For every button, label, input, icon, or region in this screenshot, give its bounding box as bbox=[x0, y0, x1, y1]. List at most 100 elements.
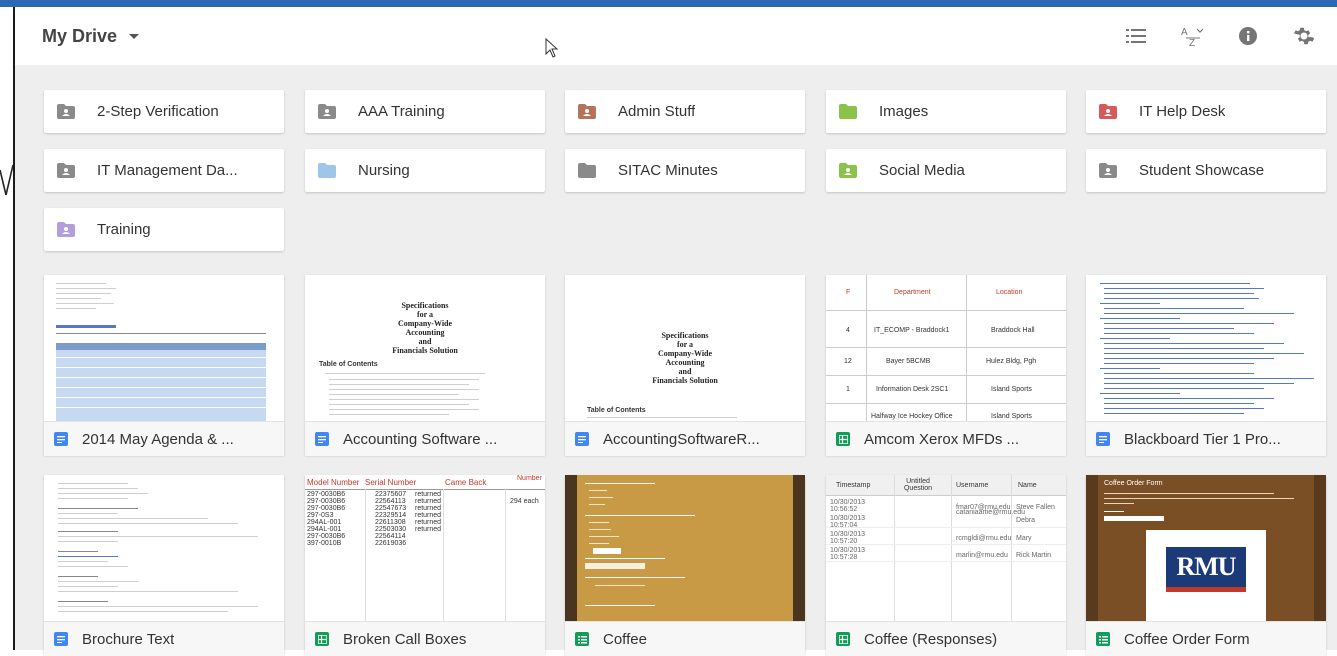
docs-icon bbox=[54, 432, 68, 446]
file-caption: Coffee bbox=[565, 621, 805, 656]
sheet-cell: Halfway Ice Hockey Office bbox=[871, 413, 953, 420]
file-thumbnail: Specifications for a Company-Wide Accoun… bbox=[565, 275, 805, 421]
shared-folder-icon bbox=[839, 163, 857, 178]
file-card[interactable]: Specifications for a Company-Wide Accoun… bbox=[305, 275, 545, 456]
info-icon[interactable] bbox=[1235, 23, 1261, 49]
folder-item[interactable]: SITAC Minutes bbox=[565, 149, 805, 192]
doc-heading: Specifications for a Company-Wide Accoun… bbox=[652, 331, 718, 385]
folder-item[interactable]: IT Help Desk bbox=[1086, 90, 1326, 133]
file-caption: Coffee Order Form bbox=[1086, 621, 1326, 656]
shared-folder-icon bbox=[57, 163, 75, 178]
sheet-cell: 22619036 bbox=[375, 540, 407, 547]
sheet-cell: 22503030 bbox=[375, 526, 407, 533]
file-card[interactable]: Coffee Order Form RMU Coffee Order Form bbox=[1086, 475, 1326, 656]
file-card[interactable]: Model Number Serial Number Came Back Num… bbox=[305, 475, 545, 656]
sheet-cell: 297-0S3 bbox=[307, 512, 334, 519]
file-name: AccountingSoftwareR... bbox=[603, 430, 760, 448]
sheet-cell: 397-0010B bbox=[307, 540, 342, 547]
sheet-header: Came Back bbox=[445, 478, 487, 487]
folder-name: Images bbox=[879, 103, 929, 120]
folder-icon bbox=[578, 163, 596, 178]
sheet-cell: 10/30/2013 10:57:28 bbox=[830, 547, 866, 561]
my-drive-menu[interactable]: My Drive bbox=[42, 26, 140, 47]
file-name: Coffee (Responses) bbox=[864, 630, 998, 648]
docs-icon bbox=[54, 632, 68, 646]
drive-content: 2-Step Verification AAA Training Admin S… bbox=[15, 65, 1337, 656]
file-card[interactable]: Coffee bbox=[565, 475, 805, 656]
sheet-header: Model Number bbox=[307, 478, 360, 487]
folder-item[interactable]: Images bbox=[826, 90, 1066, 133]
file-name: Broken Call Boxes bbox=[343, 630, 467, 648]
sheet-cell: marlin@rmu.edu bbox=[956, 552, 1008, 559]
sheet-header: Department bbox=[894, 289, 931, 296]
file-card[interactable]: F Department Location 4 IT_ECOMP - Bradd… bbox=[826, 275, 1066, 456]
shared-folder-icon bbox=[57, 222, 75, 237]
folder-item[interactable]: AAA Training bbox=[305, 90, 545, 133]
header-toolbar: AZ bbox=[1123, 23, 1317, 49]
sheet-cell: returned bbox=[415, 519, 442, 526]
folder-name: AAA Training bbox=[358, 103, 445, 120]
folder-item[interactable]: Training bbox=[44, 208, 284, 251]
svg-text:Z: Z bbox=[1189, 38, 1195, 47]
file-thumbnail bbox=[565, 475, 805, 621]
sheet-cell: returned bbox=[415, 512, 442, 519]
sheet-cell: IT_ECOMP - Braddock1 bbox=[874, 327, 950, 334]
sheet-cell: Island Sports bbox=[991, 386, 1032, 393]
file-caption: 2014 May Agenda & ... bbox=[44, 421, 284, 456]
svg-text:A: A bbox=[1181, 27, 1188, 38]
sheets-icon bbox=[836, 632, 850, 646]
file-caption: Blackboard Tier 1 Pro... bbox=[1086, 421, 1326, 456]
file-name: Coffee Order Form bbox=[1124, 630, 1250, 648]
folder-name: Admin Stuff bbox=[618, 103, 696, 120]
sheet-cell: returned bbox=[415, 491, 442, 498]
file-caption: Accounting Software ... bbox=[305, 421, 545, 456]
sheet-cell: 297-0030B6 bbox=[307, 533, 346, 540]
sheet-header: Serial Number bbox=[365, 478, 417, 487]
sheet-cell: Braddock Hall bbox=[991, 327, 1035, 334]
shared-folder-icon bbox=[578, 104, 596, 119]
sort-az-icon[interactable]: AZ bbox=[1179, 23, 1205, 49]
sheet-header: Number bbox=[517, 475, 542, 482]
file-card[interactable]: 2014 May Agenda & ... bbox=[44, 275, 284, 456]
sheet-cell: 22375607 bbox=[375, 491, 407, 498]
sheet-cell: 4 bbox=[846, 327, 850, 334]
file-card[interactable]: Brochure Text bbox=[44, 475, 284, 656]
file-caption: Broken Call Boxes bbox=[305, 621, 545, 656]
sheet-cell: 10/30/2013 10:57:20 bbox=[830, 531, 866, 545]
file-thumbnail bbox=[1086, 275, 1326, 421]
sheet-cell: Information Desk 2SC1 bbox=[876, 386, 949, 393]
folder-name: Social Media bbox=[879, 162, 965, 179]
folder-item[interactable]: Social Media bbox=[826, 149, 1066, 192]
file-caption: AccountingSoftwareR... bbox=[565, 421, 805, 456]
folder-item[interactable]: Nursing bbox=[305, 149, 545, 192]
sheet-header: Untitled Question bbox=[903, 478, 933, 492]
sheets-icon bbox=[315, 632, 329, 646]
file-thumbnail: Model Number Serial Number Came Back Num… bbox=[305, 475, 545, 621]
docs-icon bbox=[1096, 432, 1110, 446]
file-card[interactable]: Timestamp Untitled Question Username Nam… bbox=[826, 475, 1066, 656]
file-card[interactable]: Blackboard Tier 1 Pro... bbox=[1086, 275, 1326, 456]
sheet-cell: returned bbox=[415, 526, 442, 533]
sheet-cell: 294 each bbox=[510, 498, 539, 505]
window-top-bar bbox=[0, 0, 1337, 7]
folder-name: Training bbox=[97, 221, 151, 238]
folder-icon bbox=[318, 163, 336, 178]
folder-item[interactable]: IT Management Da... bbox=[44, 149, 284, 192]
sheet-cell: Hulez Bldg, Pgh bbox=[986, 358, 1037, 365]
sheet-header: Name bbox=[1018, 482, 1037, 489]
folder-item[interactable]: Admin Stuff bbox=[565, 90, 805, 133]
file-card[interactable]: Specifications for a Company-Wide Accoun… bbox=[565, 275, 805, 456]
forms-icon bbox=[575, 632, 589, 646]
sheet-cell: Mary bbox=[1016, 535, 1032, 542]
list-view-icon[interactable] bbox=[1123, 23, 1149, 49]
sheet-cell: 22564114 bbox=[375, 533, 406, 540]
file-name: Coffee bbox=[603, 630, 647, 648]
folder-name: IT Management Da... bbox=[97, 162, 238, 179]
sheet-cell: 22611308 bbox=[375, 519, 406, 526]
sheet-cell: 22329514 bbox=[375, 512, 407, 519]
folder-item[interactable]: Student Showcase bbox=[1086, 149, 1326, 192]
drive-header: My Drive AZ bbox=[15, 7, 1337, 66]
sheet-cell: 22564113 bbox=[375, 498, 406, 505]
settings-icon[interactable] bbox=[1291, 23, 1317, 49]
folder-item[interactable]: 2-Step Verification bbox=[44, 90, 284, 133]
